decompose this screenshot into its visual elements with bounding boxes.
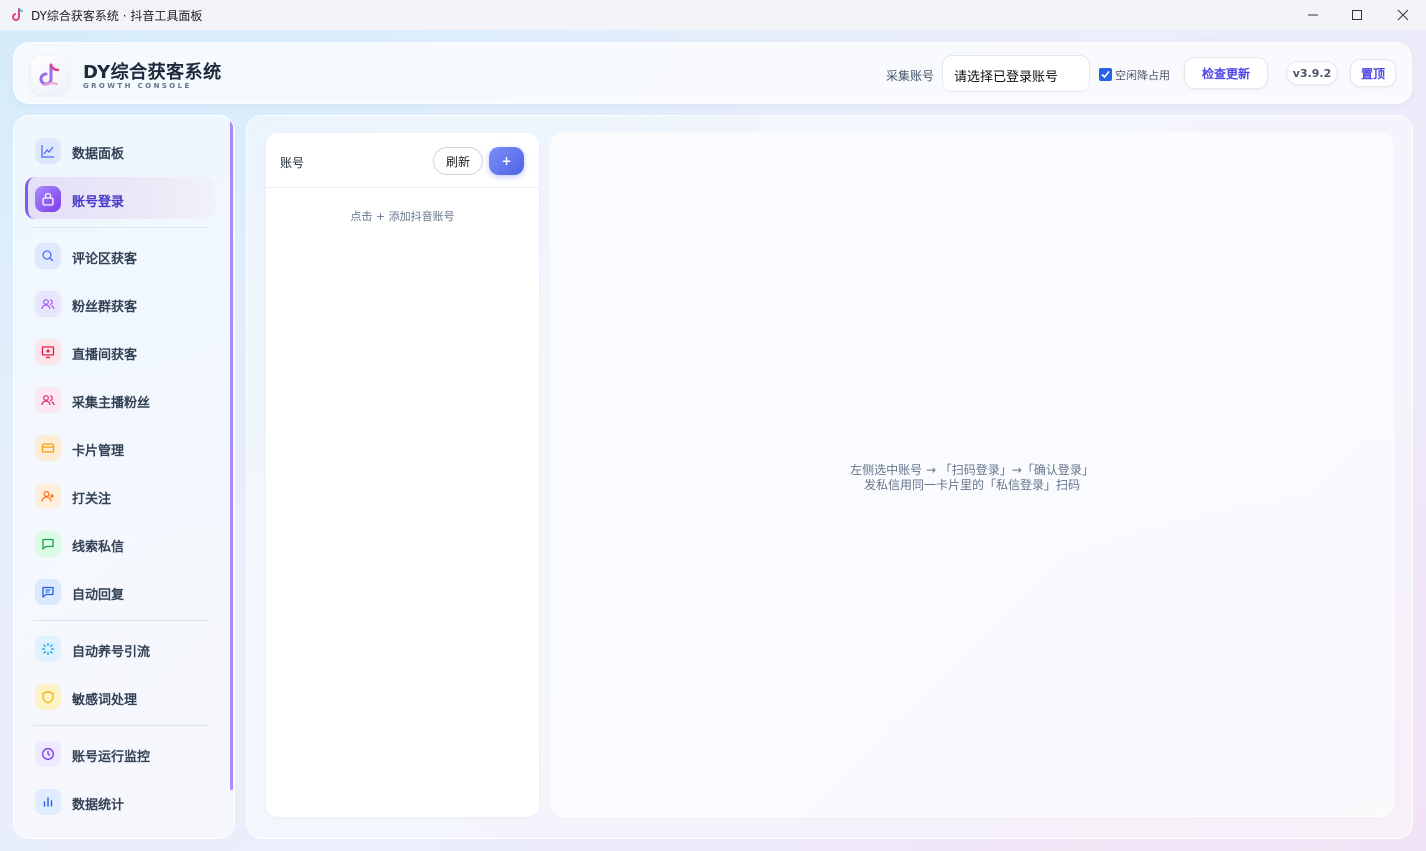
window-title: DY综合获客系统 · 抖音工具面板 — [31, 9, 203, 23]
chat-bubble-icon — [35, 531, 61, 557]
pin-button[interactable]: 置顶 — [1350, 59, 1396, 87]
account-list-panel: 账号 刷新 + 点击 + 添加抖音账号 — [266, 133, 539, 817]
sidebar-item-auto-reply[interactable]: 自动回复 — [25, 570, 215, 612]
account-select[interactable]: 请选择已登录账号 — [942, 55, 1090, 92]
account-panel-header: 账号 刷新 + — [266, 133, 539, 188]
close-button[interactable] — [1380, 0, 1426, 30]
lock-icon — [35, 186, 61, 212]
users-icon — [35, 387, 61, 413]
app-body: DY综合获客系统 GROWTH CONSOLE 采集账号 请选择已登录账号 空闲… — [0, 30, 1426, 851]
sidebar-item-label: 评论区获客 — [72, 252, 138, 267]
users-icon — [35, 291, 61, 317]
sidebar-item-account-login[interactable]: 账号登录 — [25, 177, 215, 219]
user-plus-icon — [35, 483, 61, 509]
sidebar-item-statistics[interactable]: 数据统计 — [25, 780, 215, 822]
sidebar-divider — [33, 620, 208, 621]
account-detail-panel: 左侧选中账号 → 「扫码登录」→「确认登录」 发私信用同一卡片里的「私信登录」扫… — [550, 133, 1394, 817]
sidebar-item-label: 敏感词处理 — [72, 693, 138, 708]
sidebar-item-label: 自动养号引流 — [72, 645, 151, 660]
sidebar-item-dashboard[interactable]: 数据面板 — [25, 129, 215, 171]
sidebar-item-lead-message[interactable]: 线索私信 — [25, 522, 215, 564]
sidebar-item-label: 自动回复 — [72, 588, 125, 603]
chart-line-icon — [35, 138, 61, 164]
monitor-icon — [35, 339, 61, 365]
idle-checkbox[interactable] — [1099, 68, 1112, 81]
sidebar-item-label: 打关注 — [72, 492, 112, 507]
idle-checkbox-label[interactable]: 空闲降占用 — [1115, 67, 1170, 83]
sidebar-item-label: 账号运行监控 — [72, 750, 151, 765]
sidebar-scrollbar[interactable] — [230, 120, 233, 790]
add-account-button[interactable]: + — [489, 147, 524, 175]
top-header: DY综合获客系统 GROWTH CONSOLE 采集账号 请选择已登录账号 空闲… — [13, 42, 1412, 104]
account-panel-title: 账号 — [280, 156, 305, 170]
window-titlebar: DY综合获客系统 · 抖音工具面板 — [0, 0, 1426, 30]
sidebar-item-card-manage[interactable]: 卡片管理 — [25, 426, 215, 468]
sidebar-item-label: 粉丝群获客 — [72, 300, 138, 315]
sidebar-item-host-fans[interactable]: 采集主播粉丝 — [25, 378, 215, 420]
sidebar-item-label: 账号登录 — [72, 195, 125, 210]
bar-chart-icon — [35, 789, 61, 815]
sidebar-item-account-monitor[interactable]: 账号运行监控 — [25, 732, 215, 774]
loader-icon — [35, 636, 61, 662]
checkmark-icon — [1101, 70, 1110, 79]
sidebar-item-follow[interactable]: 打关注 — [25, 474, 215, 516]
brand-logo — [31, 56, 69, 94]
sidebar-divider — [33, 227, 208, 228]
sidebar: 数据面板 账号登录 评论区获客 粉丝群获客 直播间获客 采集主播粉丝 卡片管理 … — [13, 115, 235, 839]
sidebar-item-label: 线索私信 — [72, 540, 125, 555]
douyin-logo-icon — [39, 63, 60, 86]
brand-title: DY综合获客系统 — [83, 62, 222, 83]
refresh-button[interactable]: 刷新 — [433, 147, 483, 175]
shield-icon — [35, 684, 61, 710]
sidebar-item-auto-nurture[interactable]: 自动养号引流 — [25, 627, 215, 669]
minimize-button[interactable] — [1290, 0, 1336, 30]
minimize-icon — [1308, 14, 1318, 16]
sidebar-item-label: 数据面板 — [72, 147, 125, 162]
account-empty-hint: 点击 + 添加抖音账号 — [350, 210, 455, 223]
search-icon — [35, 243, 61, 269]
sidebar-item-label: 数据统计 — [72, 798, 125, 813]
clock-icon — [35, 741, 61, 767]
brand-subtitle: GROWTH CONSOLE — [83, 82, 192, 90]
detail-hint-line2: 发私信用同一卡片里的「私信登录」扫码 — [863, 478, 1080, 492]
check-update-button[interactable]: 检查更新 — [1184, 57, 1268, 89]
sidebar-divider — [33, 725, 208, 726]
card-icon — [35, 435, 61, 461]
sidebar-item-label: 卡片管理 — [72, 444, 125, 459]
main-content: 账号 刷新 + 点击 + 添加抖音账号 左侧选中账号 → 「扫码登录」→「确认登… — [246, 115, 1413, 839]
sidebar-item-comment-leads[interactable]: 评论区获客 — [25, 234, 215, 276]
close-icon — [1397, 9, 1409, 21]
account-select-label: 采集账号 — [886, 69, 935, 83]
sidebar-item-fan-group[interactable]: 粉丝群获客 — [25, 282, 215, 324]
version-badge: v3.9.2 — [1286, 61, 1338, 85]
sidebar-item-label: 直播间获客 — [72, 348, 138, 363]
maximize-icon — [1352, 10, 1362, 20]
sidebar-item-label: 采集主播粉丝 — [72, 396, 151, 411]
reply-chat-icon — [35, 579, 61, 605]
maximize-button[interactable] — [1334, 0, 1380, 30]
sidebar-item-live-room[interactable]: 直播间获客 — [25, 330, 215, 372]
app-logo-icon — [12, 7, 24, 21]
sidebar-item-sensitive-words[interactable]: 敏感词处理 — [25, 675, 215, 717]
